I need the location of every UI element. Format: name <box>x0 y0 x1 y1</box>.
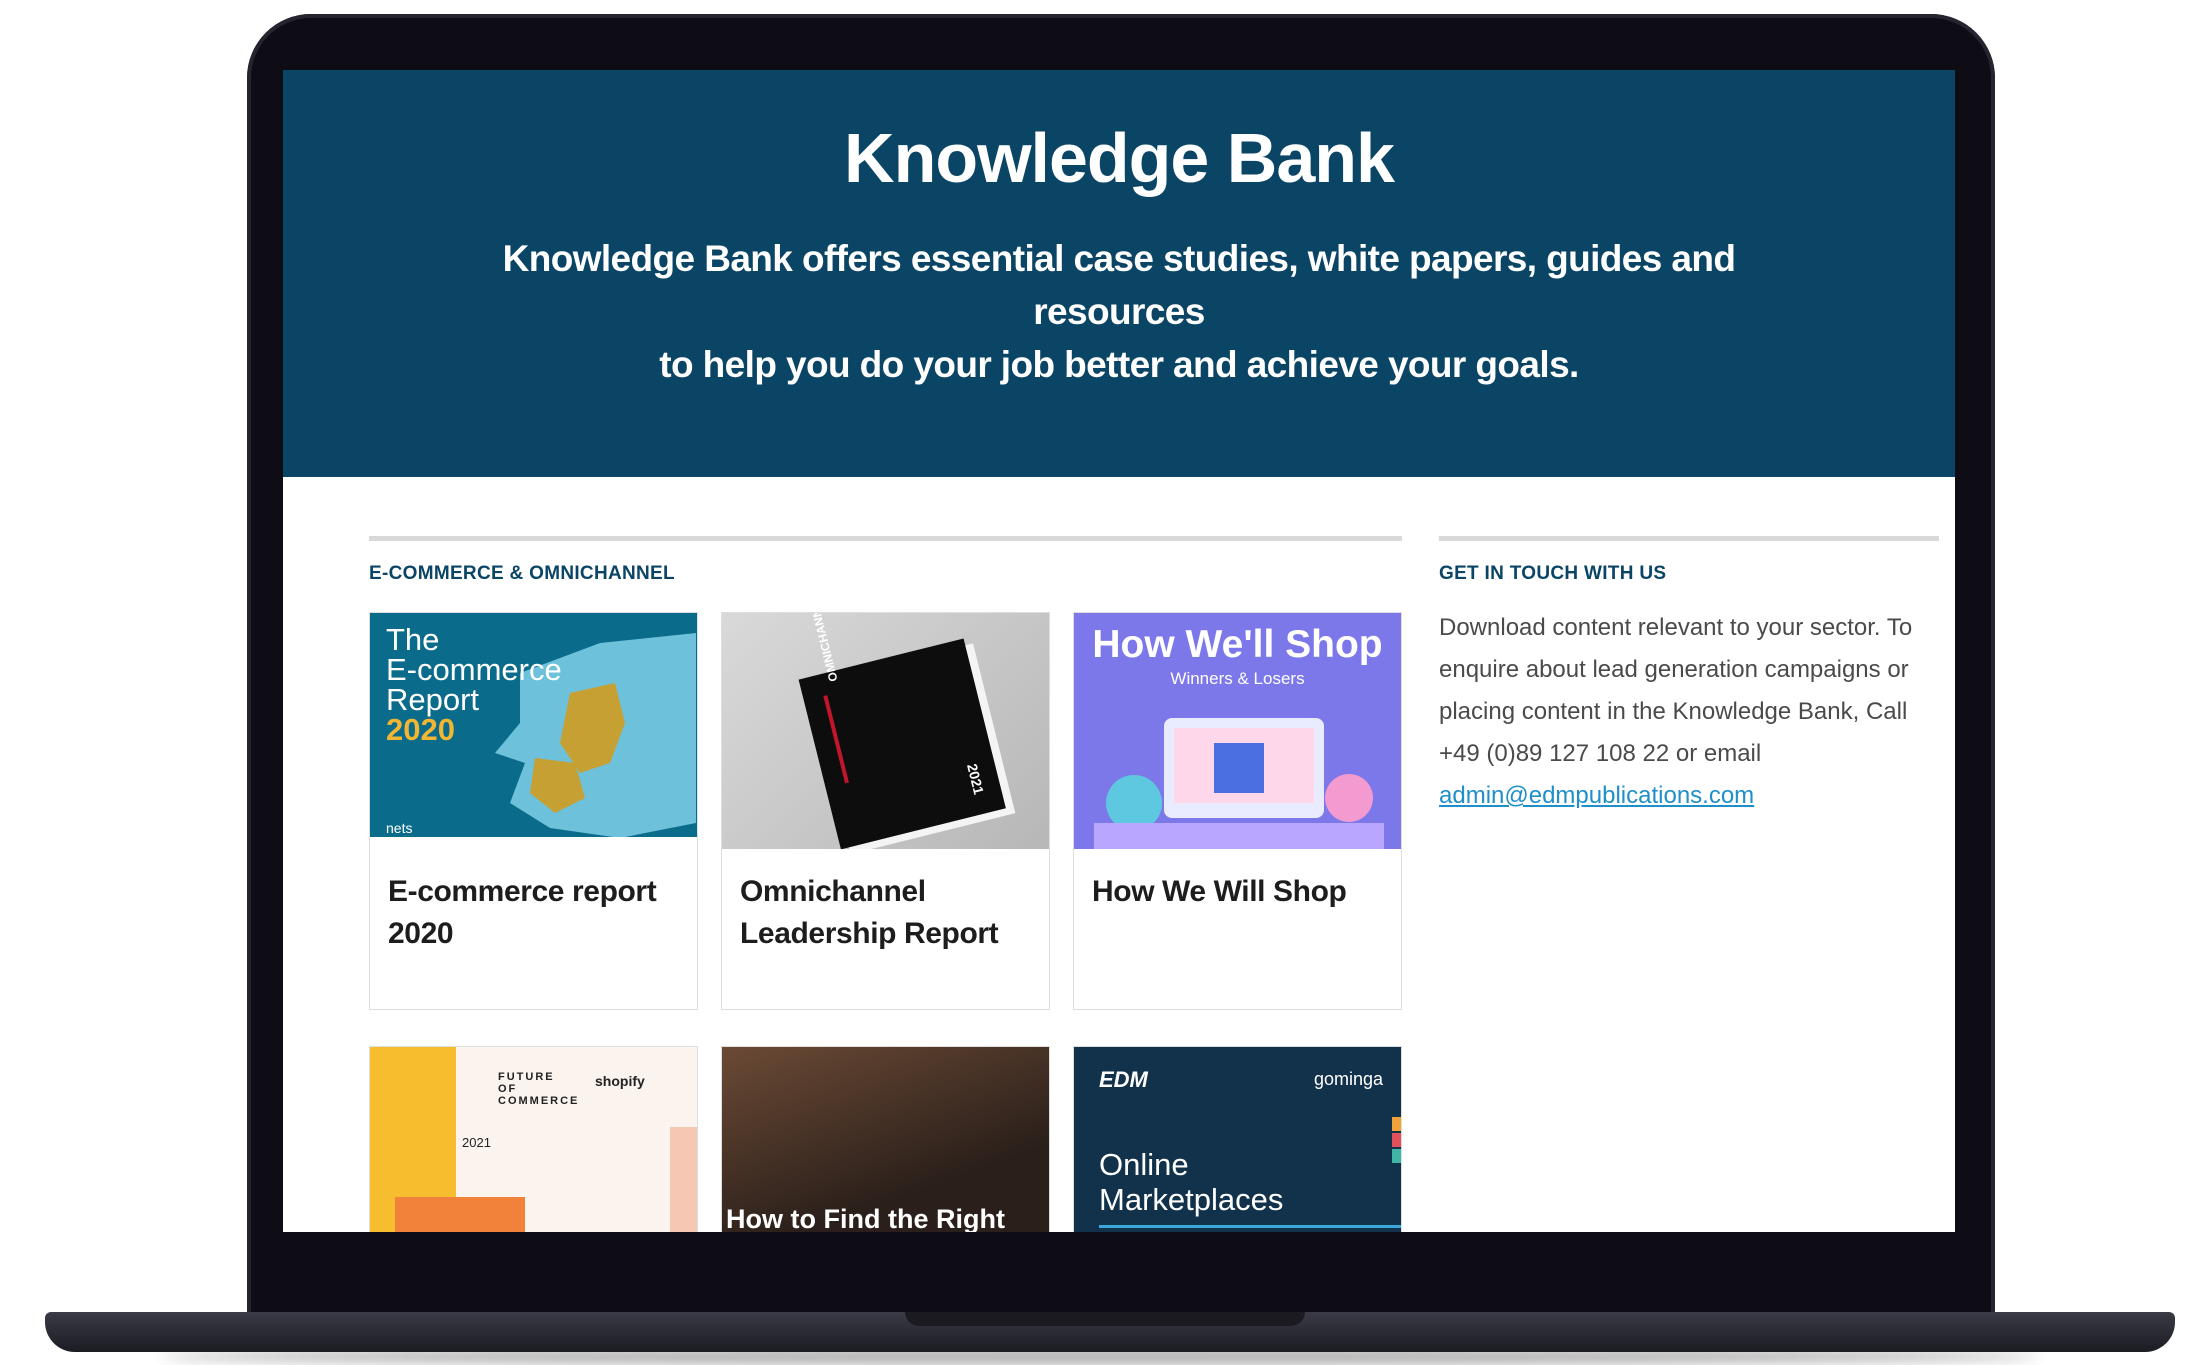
browser-screen: Knowledge Bank Knowledge Bank offers ess… <box>283 70 1955 1232</box>
laptop-base <box>45 1312 2175 1352</box>
hero-subtitle-line1: Knowledge Bank offers essential case stu… <box>502 238 1736 332</box>
thumb-year: 2021 <box>462 1135 491 1150</box>
card-title[interactable]: How We Will Shop <box>1092 871 1382 913</box>
resource-card-online-marketplaces[interactable]: EDM gominga Online Marketplaces <box>1073 1046 1402 1232</box>
thumb-brand: FUTURE OF COMMERCE <box>498 1071 580 1107</box>
shopping-illustration <box>1094 718 1384 849</box>
hero-subtitle-line2: to help you do your job better and achie… <box>659 344 1579 385</box>
resource-card-future-of-commerce[interactable]: FUTURE OF COMMERCE shopify 2021 <box>369 1046 698 1232</box>
resource-card-ecommerce-report[interactable]: The E-commerce Report 2020 nets E-commer… <box>369 612 698 1010</box>
report-book-graphic <box>798 638 1016 849</box>
card-thumbnail[interactable]: How We'll Shop Winners & Losers <box>1074 613 1401 849</box>
card-thumbnail[interactable]: FUTURE OF COMMERCE shopify 2021 <box>370 1047 697 1232</box>
card-thumbnail[interactable]: How to Find the Right <box>722 1047 1049 1232</box>
card-thumbnail[interactable]: EDM gominga Online Marketplaces <box>1074 1047 1401 1232</box>
sidebar: GET IN TOUCH WITH US Download content re… <box>1439 536 1939 817</box>
laptop-notch <box>905 1312 1305 1326</box>
card-title[interactable]: E-commerce report 2020 <box>388 871 678 955</box>
section-title: E-COMMERCE & OMNICHANNEL <box>369 563 675 584</box>
card-title[interactable]: Omnichannel Leadership Report <box>740 871 1030 955</box>
card-thumbnail[interactable]: OMNICHANNEL LEADERSHIP REPORT 2021 <box>722 613 1049 849</box>
hero-banner: Knowledge Bank Knowledge Bank offers ess… <box>283 70 1955 477</box>
sidebar-text: Download content relevant to your sector… <box>1439 607 1939 817</box>
thumb-year: 2020 <box>386 712 455 747</box>
sidebar-title: GET IN TOUCH WITH US <box>1439 563 1667 584</box>
hero-subtitle: Knowledge Bank offers essential case stu… <box>433 232 1805 391</box>
thumb-brand: nets <box>386 820 413 836</box>
resource-card-how-we-will-shop[interactable]: How We'll Shop Winners & Losers How We W… <box>1073 612 1402 1010</box>
sidebar-description: Download content relevant to your sector… <box>1439 614 1913 767</box>
main-content: E-COMMERCE & OMNICHANNEL The E-commerce … <box>369 536 1402 1232</box>
thumb-caption: How to Find the Right <box>726 1204 1005 1232</box>
resource-card-how-to-find[interactable]: How to Find the Right <box>721 1046 1050 1232</box>
resource-card-omnichannel-report[interactable]: OMNICHANNEL LEADERSHIP REPORT 2021 Omnic… <box>721 612 1050 1010</box>
email-link[interactable]: admin@edmpublications.com <box>1439 782 1754 809</box>
shopify-logo: shopify <box>595 1073 645 1089</box>
sidebar-divider <box>1439 536 1939 541</box>
card-thumbnail[interactable]: The E-commerce Report 2020 nets <box>370 613 697 849</box>
section-divider <box>369 536 1402 541</box>
page-title: Knowledge Bank <box>844 119 1395 197</box>
thumb-text: The E-commerce Report 2020 <box>386 624 562 747</box>
color-stripes <box>1099 1117 1401 1228</box>
